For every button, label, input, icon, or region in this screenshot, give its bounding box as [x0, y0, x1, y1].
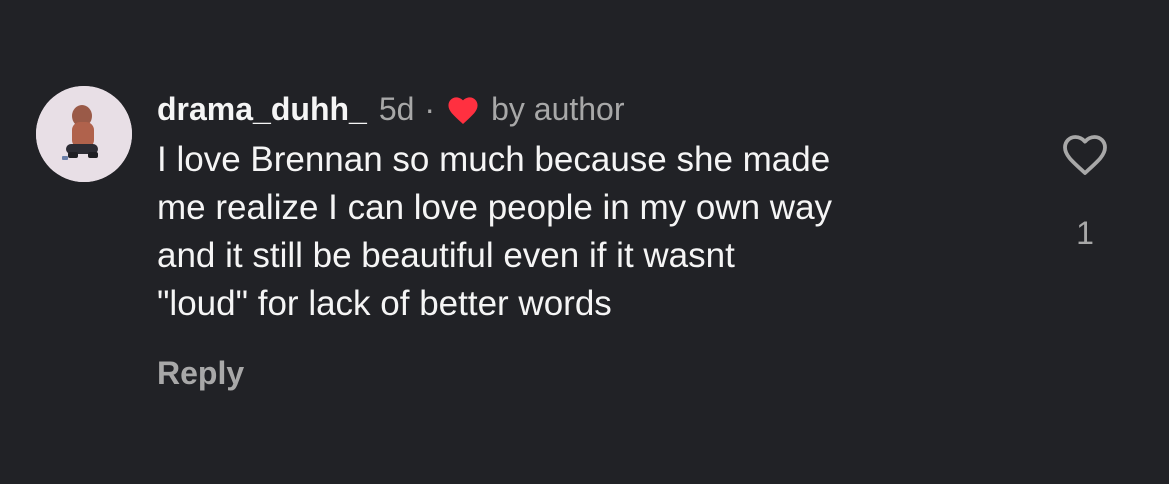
- timestamp: 5d: [378, 91, 415, 127]
- separator-dot: ·: [424, 91, 436, 127]
- username[interactable]: drama_duhh_: [157, 88, 367, 130]
- reply-button[interactable]: Reply: [157, 352, 244, 394]
- avatar[interactable]: [36, 86, 132, 182]
- avatar-image: [36, 86, 132, 182]
- like-column: 1: [1050, 130, 1120, 253]
- comment-text: I love Brennan so much because she made …: [157, 140, 833, 323]
- comment-body: drama_duhh_ 5d · by author I love Brenna…: [157, 88, 1027, 394]
- comment-meta: drama_duhh_ 5d · by author: [157, 88, 1027, 130]
- by-author-label: by author: [491, 91, 625, 127]
- like-count: 1: [1076, 215, 1094, 251]
- comment: drama_duhh_ 5d · by author I love Brenna…: [0, 0, 1169, 484]
- heart-outline-icon[interactable]: [1059, 130, 1111, 178]
- heart-filled-icon: [445, 92, 481, 126]
